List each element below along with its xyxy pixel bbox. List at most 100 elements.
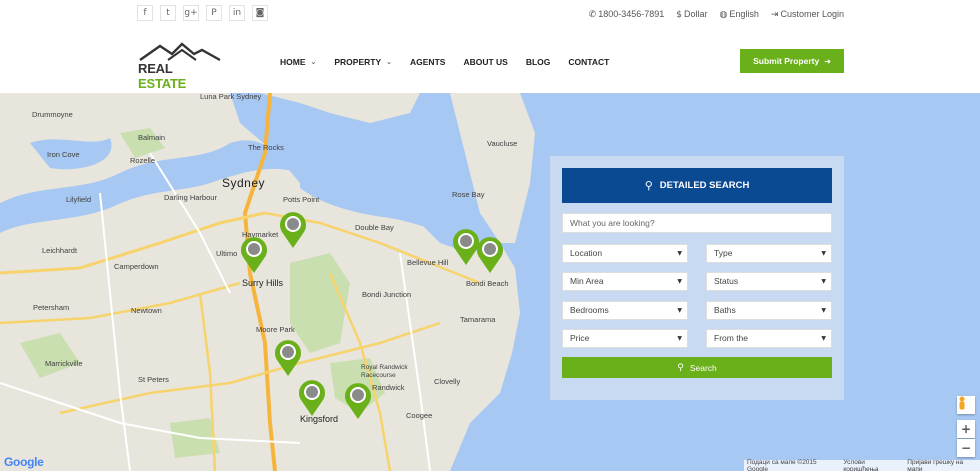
caret-down-icon: ▼ [677,250,682,257]
detailed-search-panel: ⚲ DETAILED SEARCH What you are looking? … [550,156,844,400]
google-logo[interactable]: Google [4,455,44,469]
submit-property-button[interactable]: Submit Property ➜ [740,49,844,73]
phone-icon: ✆ [588,10,597,20]
map-data-credit: Подаци са мапе ©2015 Google [747,458,817,471]
map-pin-icon[interactable] [238,234,270,274]
map-label: Newtown [131,306,162,315]
map-label: Sydney [222,176,266,190]
map-label: Petersham [33,303,70,312]
baths-select[interactable]: Baths ▼ [706,301,832,320]
top-bar: f t g+ P in ◙ ✆ 1800-3456-7891 $ Dollar ◍ E… [0,0,980,30]
map-label: St Peters [138,375,169,384]
map-pin-icon[interactable] [296,377,328,417]
map-label: Marrickville [45,359,83,368]
zoom-in-button[interactable]: + [957,420,975,438]
search-icon: ⚲ [677,362,684,373]
type-select[interactable]: Type ▼ [706,244,832,263]
nav-about-us[interactable]: ABOUT US [463,57,507,67]
map-pin-icon[interactable] [277,209,309,249]
detailed-search-header: ⚲ DETAILED SEARCH [562,168,832,203]
nav-home[interactable]: HOME ⌄ [280,57,316,67]
customer-login-link[interactable]: ⇥ Customer Login [771,9,844,20]
map-label: Surry Hills [242,278,284,288]
nav-contact[interactable]: CONTACT [568,57,609,67]
map-label: Iron Cove [47,150,80,159]
instagram-icon[interactable]: ◙ [252,5,268,21]
language-link[interactable]: ◍ English [720,9,759,20]
map-label: Rose Bay [452,190,485,199]
google-plus-icon[interactable]: g+ [183,5,199,21]
facebook-icon[interactable]: f [137,5,153,21]
map-label: Bondi Junction [362,290,412,299]
map-label: Camperdown [114,262,159,271]
map-label: Balmain [138,133,166,142]
map-pin-icon[interactable] [474,234,506,274]
street-view-pegman-icon[interactable] [957,396,975,414]
map-label: Coogee [406,411,433,420]
search-icon: ⚲ [644,179,653,192]
map-label: Rozelle [130,156,156,165]
map-label: The Rocks [248,143,284,152]
nav-property[interactable]: PROPERTY ⌄ [334,57,392,67]
phone-link[interactable]: ✆ 1800-3456-7891 [589,9,665,20]
map-label: Clovelly [434,377,461,386]
map-label: Vaucluse [487,139,518,148]
caret-down-icon: ▼ [821,335,826,342]
chevron-down-icon: ⌄ [310,58,317,66]
map-pin-icon[interactable] [342,380,374,420]
map-label: Luna Park Sydney [200,93,262,101]
top-right-links: ✆ 1800-3456-7891 $ Dollar ◍ English ⇥ Custom… [589,9,844,20]
map-label: Moore Park [256,325,295,334]
caret-down-icon: ▼ [821,250,826,257]
currency-link[interactable]: $ Dollar [676,9,707,20]
nav-agents[interactable]: AGENTS [410,57,445,67]
search-button[interactable]: ⚲ Search [562,357,832,378]
from-the-select[interactable]: From the ▼ [706,329,832,348]
map-label: Randwick [372,383,405,392]
bedrooms-select[interactable]: Bedrooms ▼ [562,301,688,320]
caret-down-icon: ▼ [821,307,826,314]
terms-of-use-link[interactable]: Услови коришћења [843,459,899,471]
map-label: Potts Point [283,195,320,204]
nav-blog[interactable]: BLOG [526,57,551,67]
keyword-input[interactable]: What you are looking? [562,213,832,233]
map-label: Drummoyne [32,110,73,119]
logo[interactable]: REAL ESTATE [138,40,222,91]
main-nav: HOME ⌄ PROPERTY ⌄ AGENTS ABOUT US BLOG CON… [280,57,609,67]
caret-down-icon: ▼ [677,278,682,285]
pinterest-icon[interactable]: P [206,5,222,21]
price-select[interactable]: Price ▼ [562,329,688,348]
map-label: Bondi Beach [466,279,509,288]
map-label: Royal Randwick Racecourse [361,364,408,379]
caret-down-icon: ▼ [821,278,826,285]
arrow-circle-right-icon: ➜ [824,56,831,66]
caret-down-icon: ▼ [677,335,682,342]
location-select[interactable]: Location ▼ [562,244,688,263]
pegman-icon [959,396,965,410]
min-area-select[interactable]: Min Area ▼ [562,272,688,291]
chevron-down-icon: ⌄ [386,58,393,66]
map-label: Bellevue Hill [407,258,449,267]
report-error-link[interactable]: Пријави грешку на мапи [907,459,977,471]
globe-icon: ◍ [719,10,728,20]
map[interactable]: Drummoyne Balmain Luna Park Sydney Iron … [0,93,980,471]
dollar-icon: $ [676,10,682,20]
zoom-out-button[interactable]: − [957,439,975,457]
linkedin-icon[interactable]: in [229,5,245,21]
map-label: Double Bay [355,223,394,232]
caret-down-icon: ▼ [677,307,682,314]
logo-text: REAL ESTATE [138,61,187,91]
map-footer: Подаци са мапе ©2015 Google Услови кориш… [744,458,980,471]
twitter-icon[interactable]: t [160,5,176,21]
logo-house-icon [139,42,221,62]
social-links: f t g+ P in ◙ [137,5,268,21]
map-label: Lilyfield [66,195,92,204]
map-label: Leichhardt [42,246,78,255]
map-label: Ultimo [216,249,238,258]
map-label: Tamarama [460,315,496,324]
header: REAL ESTATE HOME ⌄ PROPERTY ⌄ AGENTS ABOUT… [0,30,980,93]
login-icon: ⇥ [770,10,779,20]
status-select[interactable]: Status ▼ [706,272,832,291]
map-pin-icon[interactable] [272,337,304,377]
map-label: Darling Harbour [164,193,217,202]
